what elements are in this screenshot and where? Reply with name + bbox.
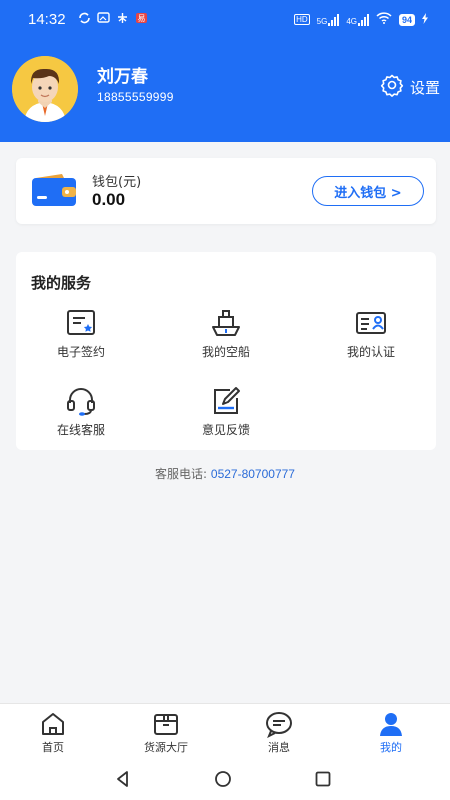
wallet-icon — [32, 174, 78, 210]
tab-home[interactable]: 首页 — [8, 710, 98, 755]
feedback-icon — [210, 385, 242, 417]
tab-mine[interactable]: 我的 — [346, 710, 436, 755]
settings-label: 设置 — [409, 78, 440, 97]
wifi-icon — [376, 12, 392, 27]
service-online-support[interactable]: 在线客服 — [26, 385, 136, 445]
wallet-balance: 0.00 — [92, 190, 126, 209]
avatar[interactable] — [12, 56, 78, 122]
id-card-icon — [355, 307, 387, 339]
user-phone: 18855559999 — [97, 90, 174, 104]
service-my-certification[interactable]: 我的认证 — [316, 307, 426, 367]
cargo-icon — [121, 710, 211, 738]
enter-wallet-button[interactable]: 进入钱包 > — [312, 176, 424, 206]
sync-icon — [78, 12, 91, 24]
profile-icon — [346, 710, 436, 738]
status-right-icons: HD 5G 4G 94 — [294, 12, 428, 27]
tab-cargo-hall[interactable]: 货源大厅 — [121, 710, 211, 755]
system-navigation-bar — [0, 760, 450, 800]
wallet-label: 钱包(元) — [92, 175, 142, 190]
ship-icon — [210, 307, 242, 339]
home-nav-icon[interactable] — [213, 770, 233, 792]
service-label: 电子签约 — [56, 345, 105, 359]
hd-icon: HD — [294, 14, 310, 25]
profile-header: 14:32 易 HD 5G 4G 94 刘万春 18855559999 设置 — [0, 0, 450, 142]
gallery-icon — [97, 12, 110, 24]
customer-service-hotline: 客服电话: 0527-80700777 — [0, 465, 450, 482]
service-e-contract[interactable]: 电子签约 — [26, 307, 136, 367]
tab-label: 我的 — [380, 741, 402, 754]
wallet-card: 钱包(元) 0.00 进入钱包 > — [16, 158, 436, 224]
contract-icon — [65, 307, 97, 339]
recents-icon[interactable] — [314, 770, 332, 792]
service-label: 意见反馈 — [201, 423, 250, 437]
service-my-ship[interactable]: 我的空船 — [171, 307, 281, 367]
signal-4g: 4G — [346, 13, 369, 26]
signal-5g: 5G — [317, 13, 340, 26]
hotline-number[interactable]: 0527-80700777 — [211, 467, 295, 481]
service-label: 在线客服 — [56, 423, 105, 437]
tab-messages[interactable]: 消息 — [234, 710, 324, 755]
signal-app-icon — [116, 12, 129, 24]
user-name: 刘万春 — [97, 67, 148, 87]
services-title: 我的服务 — [31, 274, 92, 292]
bottom-tab-bar: 首页 货源大厅 消息 我的 — [0, 703, 450, 760]
status-notification-icons: 易 — [78, 12, 148, 24]
status-bar: 14:32 易 HD 5G 4G 94 — [0, 0, 450, 40]
status-time: 14:32 — [28, 11, 66, 28]
headset-icon — [65, 385, 97, 417]
charging-icon — [422, 12, 428, 27]
settings-button[interactable]: 设置 — [380, 73, 440, 101]
tab-label: 首页 — [42, 741, 64, 754]
back-icon[interactable] — [114, 770, 132, 792]
tab-label: 货源大厅 — [144, 741, 188, 754]
service-label: 我的认证 — [346, 345, 395, 359]
service-feedback[interactable]: 意见反馈 — [171, 385, 281, 445]
app-badge-icon: 易 — [135, 12, 148, 24]
home-icon — [8, 710, 98, 738]
svg-text:易: 易 — [138, 14, 146, 23]
service-label: 我的空船 — [201, 345, 250, 359]
gear-icon — [380, 73, 404, 101]
tab-label: 消息 — [268, 741, 290, 754]
hotline-label: 客服电话: — [155, 467, 208, 481]
my-services-card: 我的服务 电子签约 我的空船 我的认证 在线客服 意见反馈 — [16, 252, 436, 450]
message-icon — [234, 710, 324, 738]
battery-indicator: 94 — [398, 13, 415, 26]
